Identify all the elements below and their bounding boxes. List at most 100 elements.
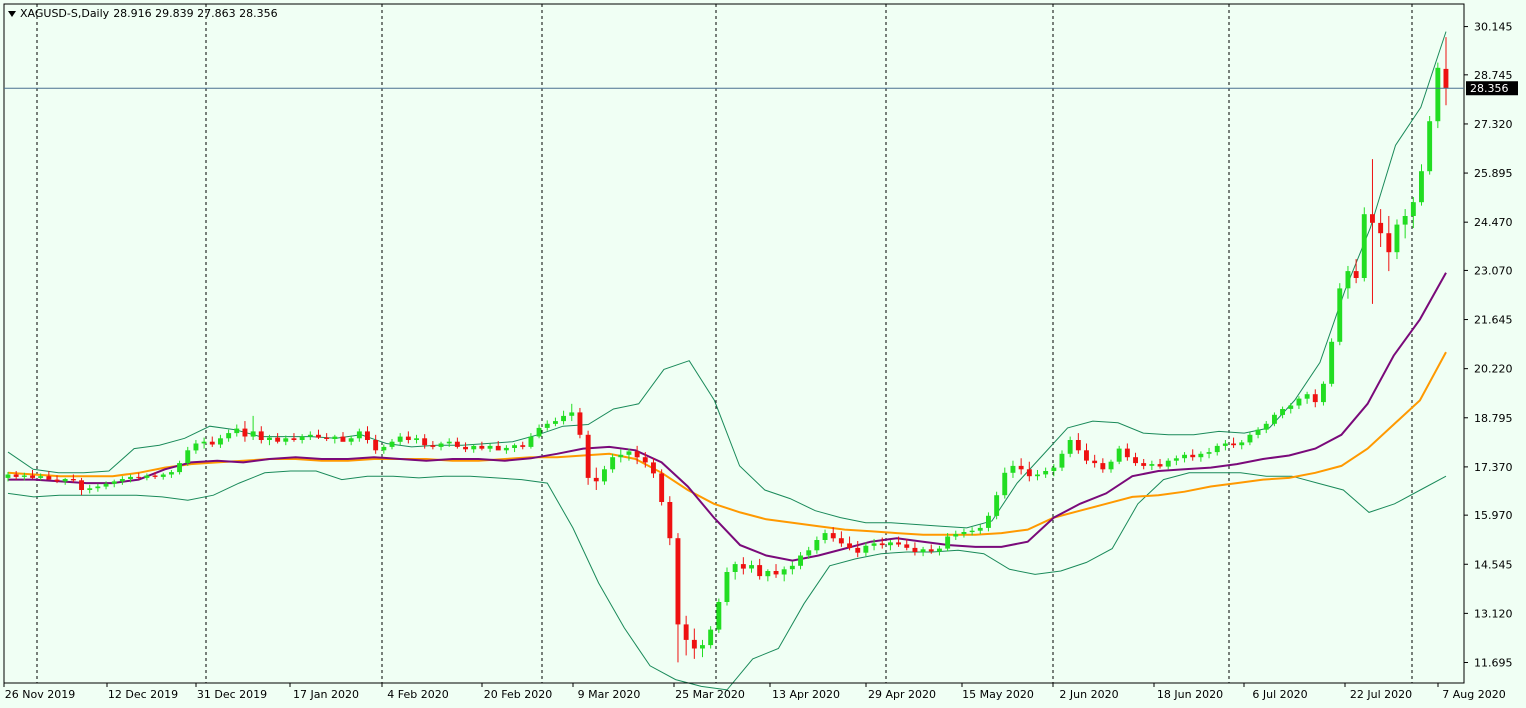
candle-body [267, 437, 272, 440]
candle-body [307, 434, 313, 437]
candle-body [920, 549, 926, 553]
candle-body [332, 436, 338, 439]
y-tick-label: 30.145 [1474, 21, 1513, 34]
y-tick-label: 24.470 [1474, 216, 1513, 229]
candle-body [446, 441, 452, 444]
y-tick-label: 15.970 [1474, 509, 1513, 522]
chart-title[interactable]: XAGUSD-S,Daily 28.916 29.839 27.863 28.3… [8, 7, 278, 20]
ohlc-readout: 28.916 29.839 27.863 28.356 [113, 7, 278, 20]
candle-body [847, 543, 852, 548]
candle-body [1304, 394, 1310, 399]
candle-body [732, 564, 738, 572]
candle-body [1084, 450, 1089, 461]
y-tick-label: 18.795 [1474, 412, 1513, 425]
candle-body [798, 555, 803, 566]
candle-body [1419, 171, 1424, 203]
x-tick-label: 25 Mar 2020 [675, 688, 745, 701]
y-tick-label: 11.695 [1474, 656, 1513, 669]
y-tick-label: 17.370 [1474, 461, 1513, 474]
moving-averages [7, 272, 1447, 562]
candle-body [1247, 434, 1253, 443]
candle-body [70, 479, 76, 481]
candle-body [708, 629, 714, 646]
candle-body [201, 441, 207, 444]
candle-body [1443, 68, 1449, 89]
x-tick-label: 7 Aug 2020 [1442, 688, 1505, 701]
candle-body [789, 565, 795, 570]
candle-body [986, 515, 991, 528]
candle-body [1386, 233, 1392, 253]
candle-body [691, 639, 697, 649]
candle-body [610, 457, 616, 470]
y-tick-label: 21.645 [1474, 314, 1513, 327]
candle-body [13, 474, 19, 477]
candle-body [1133, 457, 1138, 464]
y-tick-label: 27.320 [1474, 118, 1513, 131]
candle-body [553, 421, 558, 424]
chart-container: 26 Nov 2019 12 Dec 2019 31 Dec 2019 17 Jan … [0, 0, 1526, 708]
x-tick-label: 15 May 2020 [962, 688, 1034, 701]
x-tick-label: 18 Jun 2020 [1157, 688, 1223, 701]
candle-body [961, 532, 967, 535]
y-tick-label: 25.895 [1474, 167, 1513, 180]
candle-body [822, 533, 828, 540]
candle-body [1222, 443, 1228, 446]
candlesticks [5, 37, 1449, 663]
candle-body [1026, 469, 1032, 477]
candle-body [1010, 465, 1016, 473]
candle-body [806, 550, 812, 556]
candle-body [258, 431, 264, 440]
candle-body [1296, 398, 1302, 406]
candle-body [46, 476, 52, 480]
y-tick-label: 23.070 [1474, 264, 1513, 277]
x-tick-label: 29 Apr 2020 [868, 688, 936, 701]
candle-body [1100, 463, 1106, 470]
dropdown-caret-icon[interactable] [8, 10, 16, 17]
candle-body [667, 502, 673, 539]
price-chart[interactable]: 26 Nov 2019 12 Dec 2019 31 Dec 2019 17 Jan … [0, 0, 1526, 708]
candle-body [340, 436, 346, 442]
candle-body [1141, 463, 1147, 466]
candle-body [1108, 461, 1114, 470]
symbol-label: XAGUSD-S,Daily [20, 7, 110, 20]
candle-body [879, 543, 885, 546]
candle-body [389, 441, 395, 447]
candle-body [1173, 458, 1179, 461]
candle-body [405, 436, 411, 440]
candle-body [1165, 460, 1171, 467]
candle-body [128, 476, 133, 479]
candle-body [871, 543, 877, 546]
candle-body [1067, 440, 1073, 454]
candle-body [87, 488, 93, 490]
candle-body [209, 441, 215, 445]
candle-body [21, 475, 27, 477]
candle-body [103, 483, 109, 487]
candle-body [904, 544, 910, 548]
candle-body [1043, 471, 1049, 475]
candle-body [1312, 394, 1318, 403]
candle-body [1116, 448, 1122, 462]
candle-body [430, 445, 436, 447]
candle-body [177, 463, 182, 473]
candle-body [683, 624, 689, 640]
candle-body [977, 527, 983, 531]
x-tick-label: 6 Jul 2020 [1252, 688, 1307, 701]
candle-body [838, 538, 844, 544]
candle-body [749, 565, 754, 569]
candle-body [79, 480, 84, 490]
candle-body [602, 469, 607, 482]
candle-body [1051, 467, 1057, 471]
candle-body [30, 475, 35, 478]
candle-body [642, 457, 648, 463]
ma-slow-line [7, 351, 1447, 536]
candle-body [969, 530, 975, 533]
candle-body [495, 445, 501, 451]
candle-body [830, 533, 836, 539]
candle-body [651, 462, 656, 474]
candle-body [544, 423, 550, 428]
candle-body [1092, 460, 1098, 464]
candle-body [1255, 429, 1261, 435]
candle-body [512, 445, 517, 448]
candle-body [193, 443, 199, 451]
candle-body [814, 540, 820, 551]
